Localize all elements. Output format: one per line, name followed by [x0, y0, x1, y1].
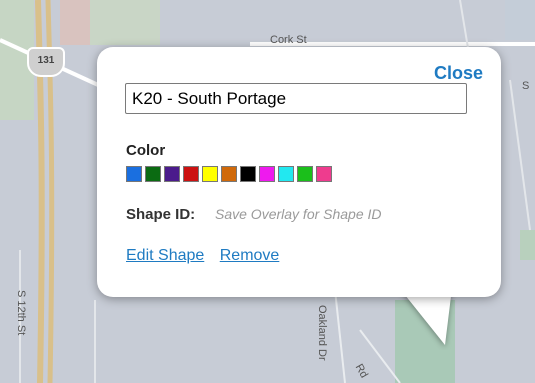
popup-actions: Edit Shape Remove — [126, 247, 290, 265]
color-swatch[interactable] — [221, 166, 237, 182]
color-swatch[interactable] — [126, 166, 142, 182]
shape-name-input[interactable] — [125, 83, 467, 114]
close-link[interactable]: Close — [434, 63, 483, 84]
road-label-top: Cork St — [270, 34, 307, 46]
remove-link[interactable]: Remove — [220, 247, 280, 264]
color-swatch[interactable] — [202, 166, 218, 182]
color-swatch[interactable] — [240, 166, 256, 182]
shape-popup: Close Color Shape ID: Save Overlay for S… — [97, 47, 501, 297]
color-swatch[interactable] — [297, 166, 313, 182]
color-swatch[interactable] — [164, 166, 180, 182]
highway-shield: 131 — [27, 47, 65, 77]
road-label-left: S 12th St — [15, 290, 27, 336]
road-label-oakland: Oakland Dr — [316, 305, 328, 361]
shape-id-label: Shape ID: — [126, 206, 196, 223]
color-swatch[interactable] — [259, 166, 275, 182]
edit-shape-link[interactable]: Edit Shape — [126, 247, 204, 264]
color-label: Color — [126, 142, 166, 159]
color-swatch[interactable] — [278, 166, 294, 182]
color-swatches — [126, 166, 332, 182]
color-swatch[interactable] — [183, 166, 199, 182]
road-label-top-right: S — [522, 80, 530, 92]
shape-id-value: Save Overlay for Shape ID — [215, 206, 382, 222]
color-swatch[interactable] — [316, 166, 332, 182]
color-swatch[interactable] — [145, 166, 161, 182]
